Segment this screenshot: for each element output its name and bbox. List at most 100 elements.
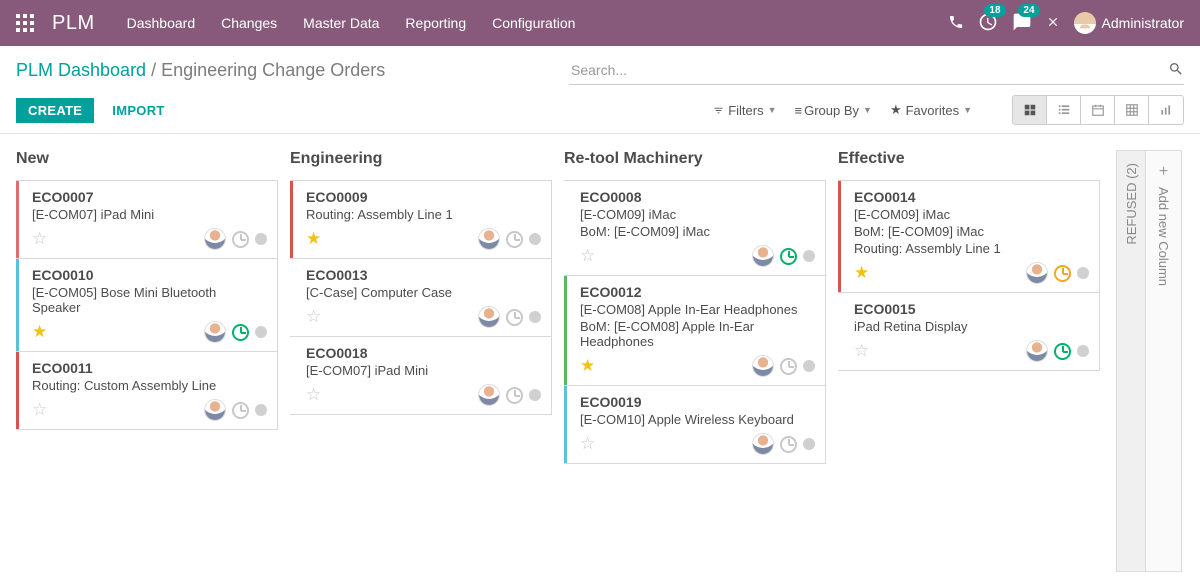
kanban-card[interactable]: ECO0010[E-COM05] Bose Mini Bluetooth Spe… — [16, 258, 278, 352]
app-brand: PLM — [52, 12, 95, 35]
state-dot[interactable] — [803, 250, 815, 262]
clock-icon[interactable] — [232, 324, 249, 341]
star-icon[interactable]: ★ — [32, 322, 47, 342]
assignee-avatar[interactable] — [478, 306, 500, 328]
close-icon[interactable] — [1046, 15, 1060, 32]
breadcrumb-root[interactable]: PLM Dashboard — [16, 60, 146, 80]
favorites-dropdown[interactable]: ★ Favorites▼ — [890, 102, 972, 118]
menu-master-data[interactable]: Master Data — [303, 15, 379, 31]
graph-view-icon[interactable] — [1149, 96, 1183, 124]
breadcrumb-sep: / — [151, 60, 161, 80]
clock-icon[interactable] — [506, 231, 523, 248]
column-title[interactable]: New — [16, 150, 278, 168]
assignee-avatar[interactable] — [204, 321, 226, 343]
card-line: [E-COM07] iPad Mini — [32, 207, 267, 222]
star-icon[interactable]: ☆ — [854, 341, 869, 361]
kanban-card[interactable]: ECO0012[E-COM08] Apple In-Ear Headphones… — [564, 275, 826, 386]
assignee-avatar[interactable] — [1026, 262, 1048, 284]
star-icon[interactable]: ★ — [854, 263, 869, 283]
assignee-avatar[interactable] — [204, 228, 226, 250]
assignee-avatar[interactable] — [752, 245, 774, 267]
add-column[interactable]: +Add new Column — [1146, 150, 1182, 572]
pivot-view-icon[interactable] — [1115, 96, 1149, 124]
clock-icon[interactable] — [506, 309, 523, 326]
column-title[interactable]: Engineering — [290, 150, 552, 168]
menu-dashboard[interactable]: Dashboard — [127, 15, 196, 31]
assignee-avatar[interactable] — [752, 355, 774, 377]
star-icon[interactable]: ☆ — [580, 246, 595, 266]
star-icon[interactable]: ☆ — [580, 434, 595, 454]
card-stripe — [16, 181, 19, 258]
kanban-card[interactable]: ECO0011Routing: Custom Assembly Line☆ — [16, 351, 278, 430]
card-title: ECO0018 — [306, 345, 541, 361]
clock-icon[interactable] — [780, 248, 797, 265]
card-title: ECO0008 — [580, 189, 815, 205]
phone-icon[interactable] — [948, 14, 964, 33]
assignee-avatar[interactable] — [752, 433, 774, 455]
kanban-card[interactable]: ECO0009Routing: Assembly Line 1★ — [290, 180, 552, 259]
state-dot[interactable] — [1077, 267, 1089, 279]
star-icon[interactable]: ☆ — [32, 229, 47, 249]
clock-icon[interactable] — [780, 436, 797, 453]
column-title[interactable]: Re-tool Machinery — [564, 150, 826, 168]
column-title[interactable]: Effective — [838, 150, 1100, 168]
clock-icon[interactable] — [232, 231, 249, 248]
state-dot[interactable] — [529, 233, 541, 245]
user-menu[interactable]: Administrator — [1074, 12, 1184, 34]
assignee-avatar[interactable] — [478, 384, 500, 406]
state-dot[interactable] — [255, 233, 267, 245]
card-stripe — [290, 181, 293, 258]
clock-icon[interactable] — [1054, 343, 1071, 360]
star-icon[interactable]: ☆ — [32, 400, 47, 420]
state-dot[interactable] — [255, 404, 267, 416]
assignee-avatar[interactable] — [204, 399, 226, 421]
messages-badge: 24 — [1018, 4, 1039, 17]
star-icon[interactable]: ☆ — [306, 385, 321, 405]
star-icon[interactable]: ★ — [306, 229, 321, 249]
state-dot[interactable] — [529, 389, 541, 401]
card-line: Routing: Assembly Line 1 — [306, 207, 541, 222]
state-dot[interactable] — [803, 360, 815, 372]
kanban-view-icon[interactable] — [1013, 96, 1047, 124]
filters-dropdown[interactable]: Filters▼ — [713, 102, 776, 118]
activities-icon[interactable]: 18 — [978, 12, 998, 35]
state-dot[interactable] — [529, 311, 541, 323]
kanban-card[interactable]: ECO0019[E-COM10] Apple Wireless Keyboard… — [564, 385, 826, 464]
kanban-card[interactable]: ECO0018 [E-COM07] iPad Mini ☆ — [290, 336, 552, 415]
kanban-card[interactable]: ECO0008[E-COM09] iMacBoM: [E-COM09] iMac… — [564, 180, 826, 276]
search-input[interactable] — [569, 58, 1168, 82]
assignee-avatar[interactable] — [478, 228, 500, 250]
apps-icon[interactable] — [16, 14, 34, 32]
state-dot[interactable] — [255, 326, 267, 338]
import-button[interactable]: IMPORT — [100, 98, 176, 123]
card-title: ECO0015 — [854, 301, 1089, 317]
card-line: [E-COM05] Bose Mini Bluetooth Speaker — [32, 285, 267, 315]
kanban-card[interactable]: ECO0015iPad Retina Display☆ — [838, 292, 1100, 371]
calendar-view-icon[interactable] — [1081, 96, 1115, 124]
kanban-card[interactable]: ECO0007[E-COM07] iPad Mini☆ — [16, 180, 278, 259]
search-icon[interactable] — [1168, 61, 1184, 80]
state-dot[interactable] — [1077, 345, 1089, 357]
folded-column-refused[interactable]: REFUSED (2) — [1116, 150, 1146, 572]
menu-configuration[interactable]: Configuration — [492, 15, 575, 31]
activities-badge: 18 — [984, 4, 1005, 17]
clock-icon[interactable] — [780, 358, 797, 375]
create-button[interactable]: CREATE — [16, 98, 94, 123]
menu-reporting[interactable]: Reporting — [405, 15, 466, 31]
list-view-icon[interactable] — [1047, 96, 1081, 124]
assignee-avatar[interactable] — [1026, 340, 1048, 362]
groupby-dropdown[interactable]: ≡ Group By▼ — [795, 102, 872, 118]
clock-icon[interactable] — [232, 402, 249, 419]
kanban-card[interactable]: ECO0014[E-COM09] iMacBoM: [E-COM09] iMac… — [838, 180, 1100, 293]
star-icon[interactable]: ★ — [580, 356, 595, 376]
state-dot[interactable] — [803, 438, 815, 450]
clock-icon[interactable] — [506, 387, 523, 404]
card-line: [E-COM07] iPad Mini — [306, 363, 541, 378]
card-line: [E-COM08] Apple In-Ear Headphones — [580, 302, 815, 317]
kanban-card[interactable]: ECO0013[C-Case] Computer Case☆ — [290, 258, 552, 337]
search-options: Filters▼ ≡ Group By▼ ★ Favorites▼ — [713, 102, 972, 118]
clock-icon[interactable] — [1054, 265, 1071, 282]
menu-changes[interactable]: Changes — [221, 15, 277, 31]
star-icon[interactable]: ☆ — [306, 307, 321, 327]
messages-icon[interactable]: 24 — [1012, 12, 1032, 35]
